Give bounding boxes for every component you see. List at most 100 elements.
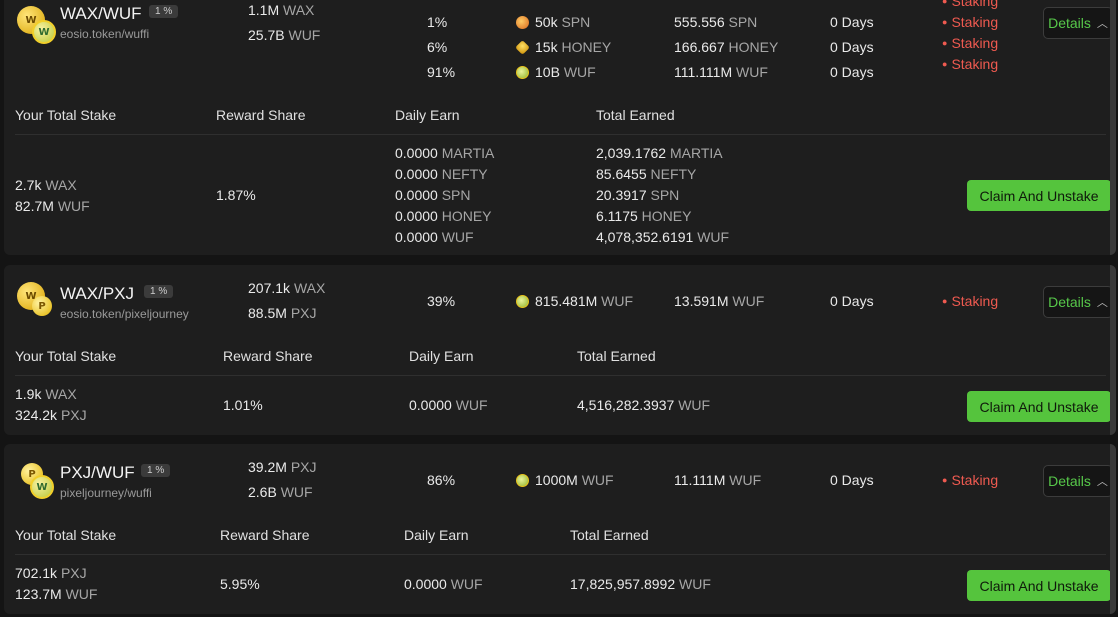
reward-share-pct: 91%: [427, 64, 456, 80]
reward-share-pct: 6%: [427, 39, 448, 55]
reward-days: 0 Days: [830, 293, 874, 309]
col-header-earned: Total Earned: [570, 527, 649, 543]
claim-and-unstake-button[interactable]: Claim And Unstake: [967, 180, 1111, 211]
total-earned-item: 20.3917 SPN: [596, 187, 680, 203]
daily-earn-item: 0.0000 SPN: [395, 187, 471, 203]
total-earned-item: 2,039.1762 MARTIA: [596, 145, 723, 161]
daily-earn-item: 0.0000 WUF: [404, 576, 483, 592]
reward-share-pct: 86%: [427, 472, 456, 488]
reward-share-pct: 1%: [427, 14, 448, 30]
chevron-up-icon: ︿: [1096, 476, 1108, 488]
reward-rate: 166.667 HONEY: [674, 39, 779, 55]
total-earned-item: 4,078,352.6191 WUF: [596, 229, 730, 245]
chevron-up-icon: ︿: [1096, 18, 1108, 30]
status-staking: ● Staking: [942, 472, 999, 488]
status-staking: ● Staking: [942, 293, 999, 309]
wuf-icon: W: [30, 475, 54, 499]
stake-amount: 82.7M WUF: [15, 198, 90, 214]
spn-icon: [516, 16, 529, 29]
reward-total: 50k SPN: [516, 14, 590, 30]
stake-amount: 324.2k PXJ: [15, 407, 87, 423]
col-header-share: Reward Share: [223, 348, 313, 364]
pair-logo: W W: [17, 6, 59, 48]
col-header-daily: Daily Earn: [404, 527, 469, 543]
daily-earn-item: 0.0000 WUF: [409, 397, 488, 413]
col-header-earned: Total Earned: [596, 107, 675, 123]
pair-logo: P W: [17, 461, 59, 503]
pair-logo: W P: [17, 282, 59, 324]
reward-total: 15k HONEY: [515, 39, 611, 55]
reward-days: 0 Days: [830, 64, 874, 80]
pair-contract: eosio.token/wuffi: [60, 27, 150, 41]
reward-rate: 111.111M WUF: [674, 64, 768, 80]
col-header-share: Reward Share: [216, 107, 306, 123]
total-earned-item: 17,825,957.8992 WUF: [570, 576, 711, 592]
status-staking: ● Staking: [942, 56, 999, 72]
stake-amount: 2.7k WAX: [15, 177, 77, 193]
status-staking: ● Staking: [942, 35, 999, 51]
status-staking: ● Staking: [942, 0, 999, 9]
reward-rate: 13.591M WUF: [674, 293, 765, 309]
status-staking: ● Staking: [942, 14, 999, 30]
details-button[interactable]: Details ︿: [1043, 465, 1113, 497]
reward-share-pct: 39%: [427, 293, 456, 309]
col-header-stake: Your Total Stake: [15, 107, 117, 123]
total-earned-item: 4,516,282.3937 WUF: [577, 397, 711, 413]
pair-contract: eosio.token/pixeljourney: [60, 307, 189, 321]
reward-share-value: 5.95%: [220, 576, 260, 592]
pool-card-wax-wuf: W W WAX/WUF 1 % eosio.token/wuffi 1.1M W…: [4, 0, 1116, 255]
col-header-daily: Daily Earn: [409, 348, 474, 364]
reward-share-value: 1.01%: [223, 397, 263, 413]
fee-badge: 1 %: [141, 464, 171, 477]
col-header-stake: Your Total Stake: [15, 348, 117, 364]
wuf-icon: [516, 474, 529, 487]
col-header-earned: Total Earned: [577, 348, 656, 364]
reward-total: 815.481M WUF: [516, 293, 633, 309]
liquidity-amount: 39.2M PXJ: [248, 459, 317, 475]
liquidity-amount: 88.5M PXJ: [248, 305, 317, 321]
col-header-share: Reward Share: [220, 527, 310, 543]
wuf-icon: [516, 66, 529, 79]
col-header-stake: Your Total Stake: [15, 527, 117, 543]
pxj-icon: P: [32, 296, 52, 316]
reward-days: 0 Days: [830, 39, 874, 55]
honey-icon: [515, 40, 530, 55]
divider: [15, 134, 1106, 135]
reward-days: 0 Days: [830, 472, 874, 488]
claim-and-unstake-button[interactable]: Claim And Unstake: [967, 570, 1111, 601]
pair-title: PXJ/WUF: [60, 463, 135, 482]
liquidity-amount: 207.1k WAX: [248, 280, 326, 296]
reward-rate: 11.111M WUF: [674, 472, 762, 488]
daily-earn-item: 0.0000 HONEY: [395, 208, 492, 224]
reward-share-value: 1.87%: [216, 187, 256, 203]
reward-total: 10B WUF: [516, 64, 596, 80]
details-button[interactable]: Details ︿: [1043, 286, 1113, 318]
fee-badge: 1 %: [149, 5, 179, 18]
pool-card-pxj-wuf: P W PXJ/WUF 1 % pixeljourney/wuffi 39.2M…: [4, 444, 1116, 614]
daily-earn-item: 0.0000 NEFTY: [395, 166, 488, 182]
divider: [15, 375, 1106, 376]
details-button[interactable]: Details ︿: [1043, 7, 1113, 39]
stake-amount: 123.7M WUF: [15, 586, 98, 602]
pair-title: WAX/WUF: [60, 4, 142, 23]
col-header-daily: Daily Earn: [395, 107, 460, 123]
total-earned-item: 85.6455 NEFTY: [596, 166, 697, 182]
wuf-icon: [516, 295, 529, 308]
wuf-icon: W: [32, 20, 56, 44]
fee-badge: 1 %: [144, 285, 174, 298]
total-earned-item: 6.1175 HONEY: [596, 208, 692, 224]
daily-earn-item: 0.0000 MARTIA: [395, 145, 495, 161]
stake-amount: 702.1k PXJ: [15, 565, 87, 581]
liquidity-amount: 2.6B WUF: [248, 484, 313, 500]
reward-total: 1000M WUF: [516, 472, 614, 488]
liquidity-amount: 25.7B WUF: [248, 27, 321, 43]
stake-amount: 1.9k WAX: [15, 386, 77, 402]
reward-days: 0 Days: [830, 14, 874, 30]
liquidity-amount: 1.1M WAX: [248, 2, 315, 18]
claim-and-unstake-button[interactable]: Claim And Unstake: [967, 391, 1111, 422]
reward-rate: 555.556 SPN: [674, 14, 758, 30]
divider: [15, 554, 1106, 555]
pair-contract: pixeljourney/wuffi: [60, 486, 152, 500]
pool-card-wax-pxj: W P WAX/PXJ 1 % eosio.token/pixeljourney…: [4, 265, 1116, 435]
chevron-up-icon: ︿: [1096, 297, 1108, 309]
